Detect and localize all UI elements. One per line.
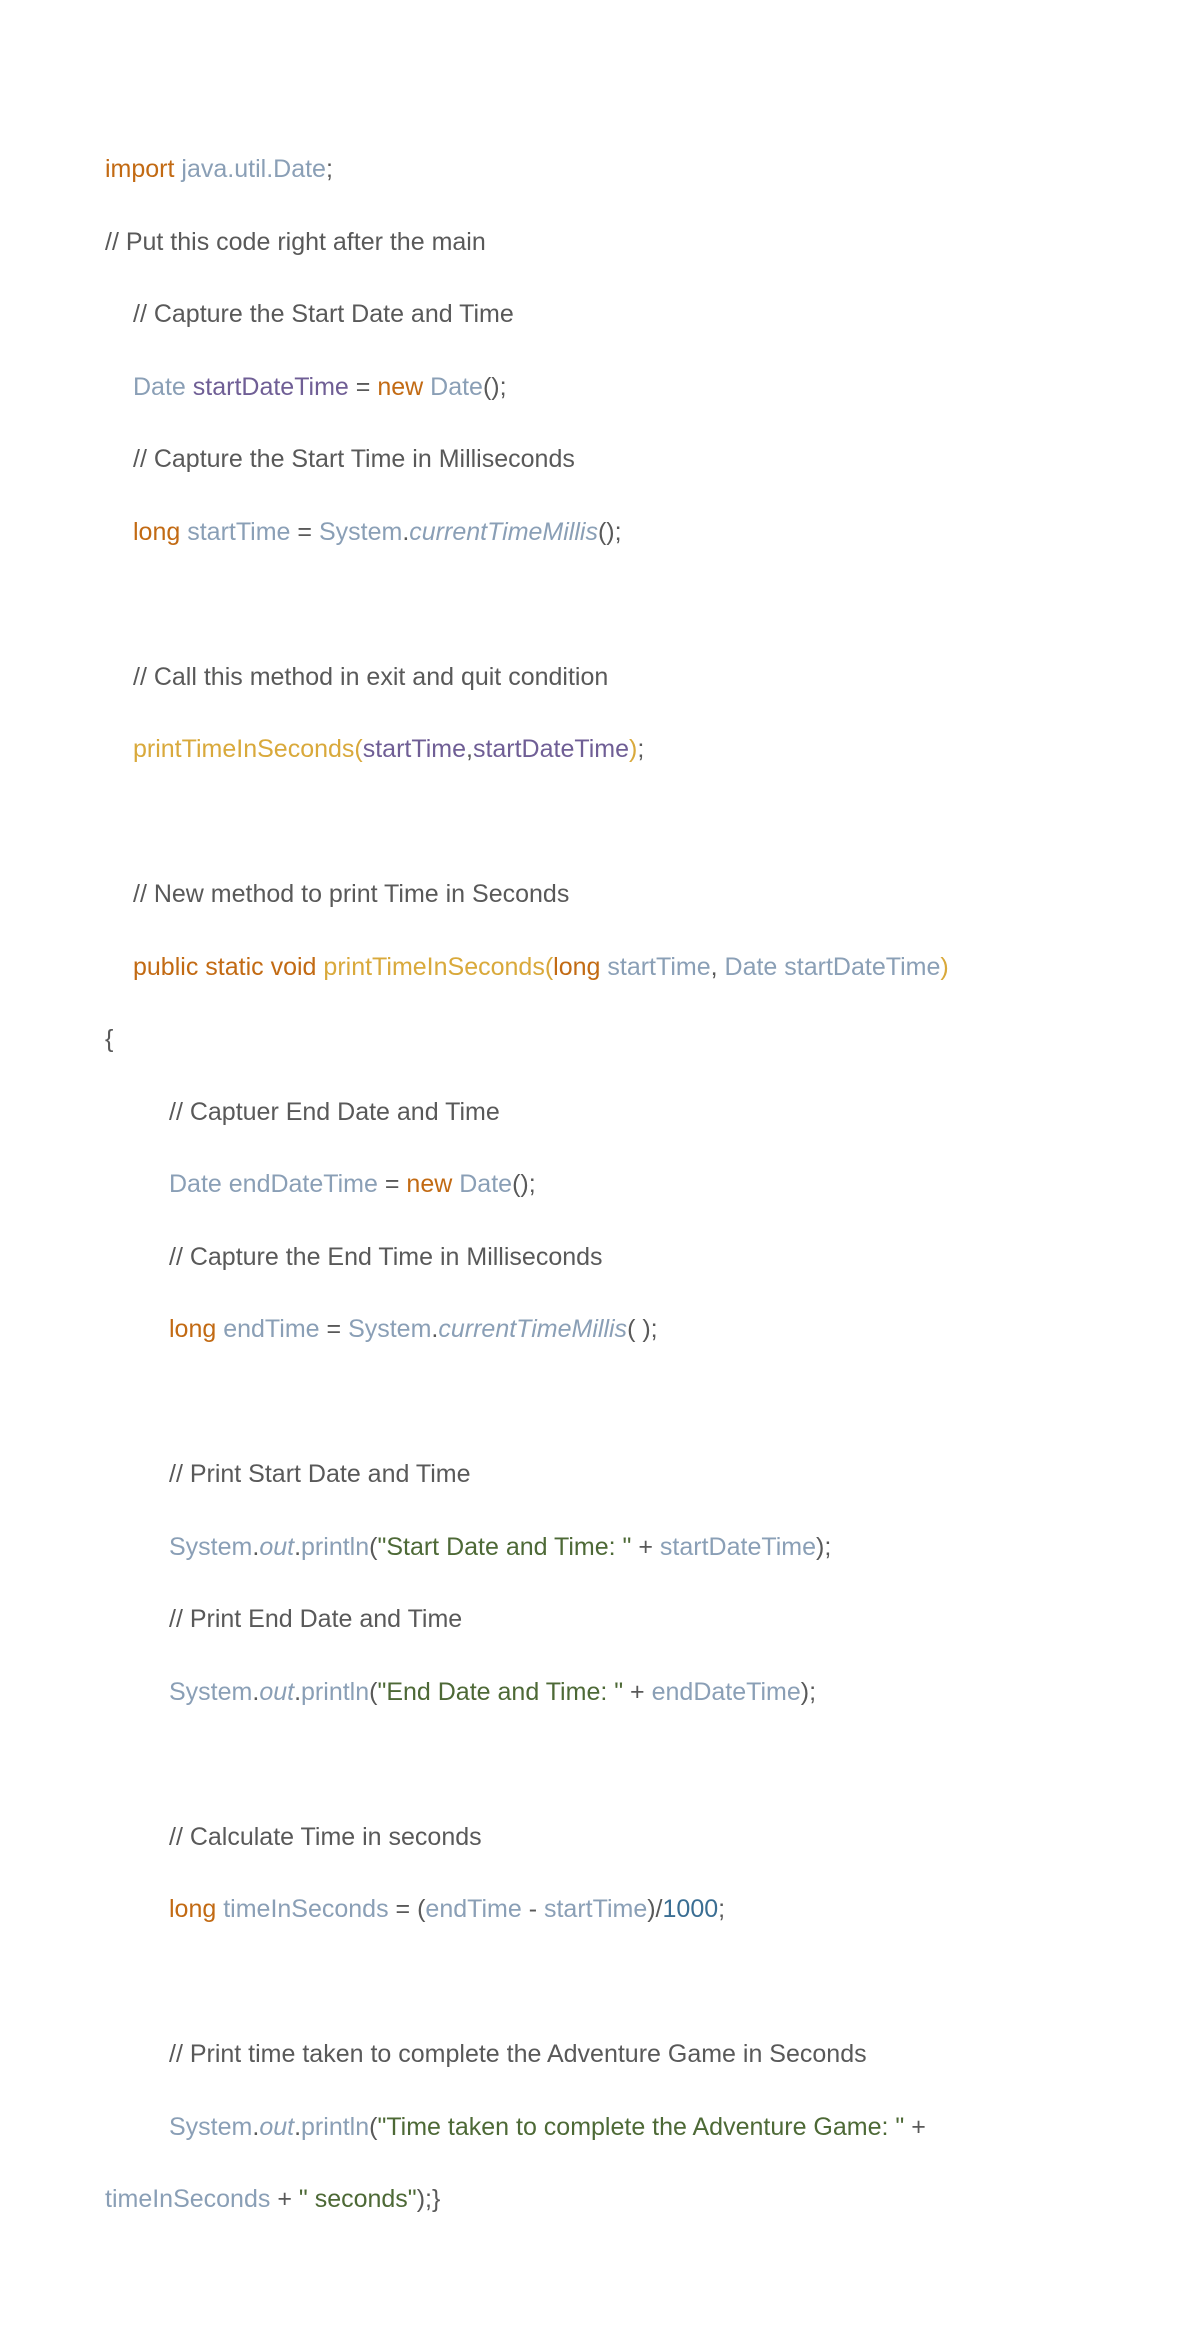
type: Date [169, 1170, 222, 1198]
comment: // Print time taken to complete the Adve… [169, 2040, 867, 2068]
code-line: long startTime = System.currentTimeMilli… [105, 514, 1110, 550]
string-literal: "Time taken to complete the Adventure Ga… [377, 2113, 904, 2141]
code-line: System.out.println("End Date and Time: "… [105, 1674, 1110, 1710]
code-line: Date startDateTime = new Date(); [105, 369, 1110, 405]
blank-line [105, 804, 1110, 840]
comment: // Capture the End Time in Milliseconds [169, 1243, 603, 1271]
package-name: java.util.Date [181, 155, 326, 183]
comment: // Captuer End Date and Time [169, 1098, 500, 1126]
comment: // Print End Date and Time [169, 1605, 462, 1633]
field: out [259, 1678, 294, 1706]
variable: endTime [223, 1315, 319, 1343]
code-line: System.out.println("Time taken to comple… [105, 2109, 1110, 2145]
class-ref: System [169, 1533, 252, 1561]
keyword-long: long [133, 518, 180, 546]
code-line: long timeInSeconds = (endTime - startTim… [105, 1891, 1110, 1927]
variable: startTime [544, 1895, 647, 1923]
code-line: // Print End Date and Time [105, 1601, 1110, 1637]
static-method: currentTimeMillis [409, 518, 598, 546]
class-ref: System [169, 2113, 252, 2141]
comment: // New method to print Time in Seconds [133, 880, 569, 908]
comment: // Put this code right after the main [105, 228, 486, 256]
type: Date [133, 373, 186, 401]
constructor: Date [459, 1170, 512, 1198]
brace-close: } [432, 2185, 440, 2213]
param: startDateTime [784, 953, 940, 981]
code-line: public static void printTimeInSeconds(lo… [105, 949, 1110, 985]
keyword-new: new [377, 373, 423, 401]
variable: endDateTime [652, 1678, 801, 1706]
type: Date [725, 953, 778, 981]
class-ref: System [348, 1315, 431, 1343]
comment: // Capture the Start Time in Millisecond… [133, 445, 575, 473]
constructor: Date [430, 373, 483, 401]
variable: startDateTime [660, 1533, 816, 1561]
argument: startTime [363, 735, 466, 763]
variable: timeInSeconds [105, 2185, 270, 2213]
code-line: long endTime = System.currentTimeMillis(… [105, 1311, 1110, 1347]
code-line: timeInSeconds + " seconds");} [105, 2181, 1110, 2217]
code-line: // Call this method in exit and quit con… [105, 659, 1110, 695]
variable: startTime [187, 518, 290, 546]
keyword-long: long [169, 1315, 216, 1343]
class-ref: System [169, 1678, 252, 1706]
static-method: currentTimeMillis [438, 1315, 627, 1343]
comment: // Capture the Start Date and Time [133, 300, 514, 328]
code-line: // Put this code right after the main [105, 224, 1110, 260]
keyword-long: long [169, 1895, 216, 1923]
class-ref: System [319, 518, 402, 546]
keyword-import: import [105, 155, 174, 183]
string-literal: "End Date and Time: " [377, 1678, 623, 1706]
keyword-long: long [553, 953, 600, 981]
variable: endDateTime [229, 1170, 378, 1198]
code-line: import java.util.Date; [105, 151, 1110, 187]
blank-line [105, 1384, 1110, 1420]
keyword-static: static [205, 953, 263, 981]
method-call: println [301, 1678, 369, 1706]
blank-line [105, 1746, 1110, 1782]
number-literal: 1000 [663, 1895, 719, 1923]
method-call: printTimeInSeconds [133, 735, 354, 763]
code-line: // Captuer End Date and Time [105, 1094, 1110, 1130]
code-line: // Print time taken to complete the Adve… [105, 2036, 1110, 2072]
string-literal: "Start Date and Time: " [377, 1533, 631, 1561]
comment: // Calculate Time in seconds [169, 1823, 482, 1851]
comment: // Call this method in exit and quit con… [133, 663, 608, 691]
param: startTime [607, 953, 710, 981]
method-name: printTimeInSeconds [323, 953, 544, 981]
code-line: // Capture the Start Time in Millisecond… [105, 441, 1110, 477]
field: out [259, 1533, 294, 1561]
blank-line [105, 1964, 1110, 2000]
argument: startDateTime [473, 735, 629, 763]
keyword-new: new [406, 1170, 452, 1198]
method-call: println [301, 2113, 369, 2141]
keyword-public: public [133, 953, 198, 981]
code-line: // Print Start Date and Time [105, 1456, 1110, 1492]
variable: timeInSeconds [223, 1895, 388, 1923]
string-literal: " seconds" [299, 2185, 417, 2213]
comment: // Print Start Date and Time [169, 1460, 471, 1488]
method-call: println [301, 1533, 369, 1561]
variable: startDateTime [193, 373, 349, 401]
code-line: // Capture the Start Date and Time [105, 296, 1110, 332]
code-line: Date endDateTime = new Date(); [105, 1166, 1110, 1202]
blank-line [105, 586, 1110, 622]
code-line: // New method to print Time in Seconds [105, 876, 1110, 912]
java-code-block: import java.util.Date; // Put this code … [105, 115, 1110, 2254]
code-line: // Capture the End Time in Milliseconds [105, 1239, 1110, 1275]
keyword-void: void [271, 953, 317, 981]
code-line: { [105, 1021, 1110, 1057]
code-line: printTimeInSeconds(startTime,startDateTi… [105, 731, 1110, 767]
code-line: System.out.println("Start Date and Time:… [105, 1529, 1110, 1565]
code-line: // Calculate Time in seconds [105, 1819, 1110, 1855]
field: out [259, 2113, 294, 2141]
brace-open: { [105, 1025, 113, 1053]
variable: endTime [425, 1895, 521, 1923]
